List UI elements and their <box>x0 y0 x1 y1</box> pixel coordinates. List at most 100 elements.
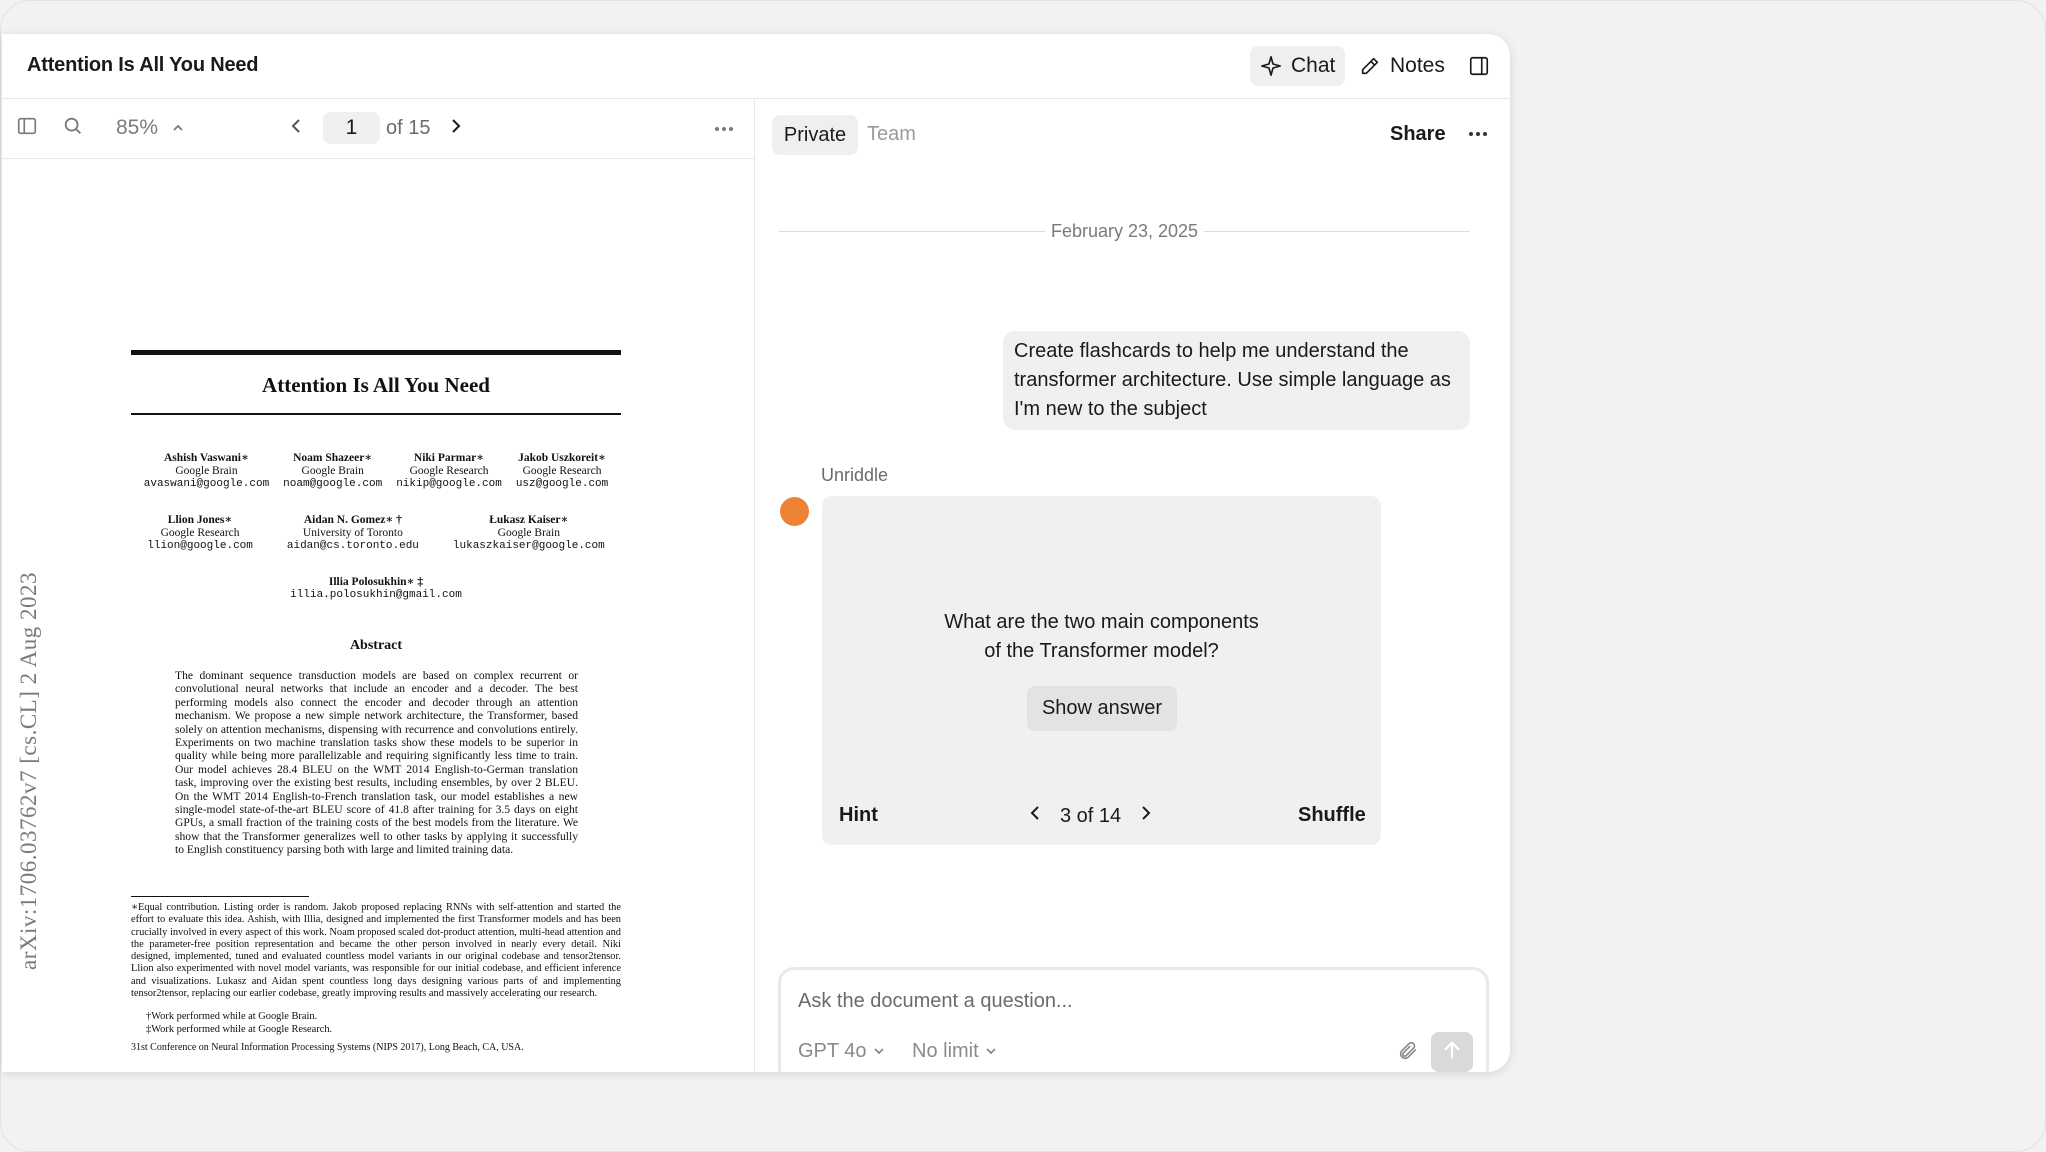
author-affiliation: Google Research <box>522 465 602 477</box>
author-email: nikip@google.com <box>396 478 502 490</box>
chevron-left-icon <box>1028 803 1042 829</box>
shuffle-button[interactable]: Shuffle <box>1298 804 1366 827</box>
author-name: Aidan N. Gomez∗ † <box>303 514 402 526</box>
author-block: Llion Jones∗ Google Research llion@googl… <box>147 514 253 553</box>
pencil-icon <box>1359 55 1381 77</box>
chevron-right-icon <box>1139 803 1153 829</box>
conference-line: 31st Conference on Neural Information Pr… <box>131 1042 524 1053</box>
author-name: Llion Jones∗ <box>167 514 233 526</box>
author-name: Niki Parmar∗ <box>413 452 485 464</box>
title-rule-top <box>131 350 621 355</box>
pdf-page: arXiv:1706.03762v7 [cs.CL] 2 Aug 2023 At… <box>2 160 754 1072</box>
limit-label: No limit <box>912 1040 979 1062</box>
title-bar: Attention Is All You Need Chat Notes <box>2 34 1510 99</box>
flashcard-question: What are the two main components of the … <box>822 608 1381 666</box>
chat-more-button[interactable] <box>1468 117 1488 143</box>
author-affiliation: Google Brain <box>497 527 560 539</box>
model-label: GPT 4o <box>798 1040 867 1062</box>
flashcard-question-line: of the Transformer model? <box>984 640 1219 662</box>
share-button[interactable]: Share <box>1390 123 1446 146</box>
flashcard-question-line: What are the two main components <box>944 611 1259 633</box>
author-email: lukaszkaiser@google.com <box>452 540 605 552</box>
author-row: Illia Polosukhin∗ ‡ illia.polosukhin@gma… <box>131 576 621 602</box>
limit-selector[interactable]: No limit <box>912 1040 997 1063</box>
chevron-left-icon <box>288 116 304 141</box>
author-email: aidan@cs.toronto.edu <box>286 540 419 552</box>
author-email: avaswani@google.com <box>143 478 270 490</box>
author-block: Łukasz Kaiser∗ Google Brain lukaszkaiser… <box>453 514 605 553</box>
page-total: of 15 <box>386 117 431 139</box>
document-title: Attention Is All You Need <box>27 54 259 76</box>
author-affiliation: Google Brain <box>301 465 364 477</box>
sidebar-right-icon <box>1468 55 1490 77</box>
pdf-toolbar: 85% 1 of 15 <box>2 99 754 159</box>
chat-button-label: Chat <box>1291 54 1336 77</box>
flashcard-navigation: 3 of 14 <box>1028 800 1153 832</box>
sidebar-toggle-button[interactable] <box>16 111 38 145</box>
tab-team[interactable]: Team <box>867 123 916 146</box>
assistant-name: Unriddle <box>821 465 889 485</box>
assistant-avatar <box>780 497 809 526</box>
chat-button[interactable]: Chat <box>1250 46 1346 86</box>
chevron-up-icon <box>172 116 184 140</box>
author-email: usz@google.com <box>515 478 609 490</box>
screen-background: Attention Is All You Need Chat Notes 85%… <box>0 0 2046 1152</box>
author-email: llion@google.com <box>147 540 253 552</box>
previous-card-button[interactable] <box>1028 803 1042 829</box>
zoom-control[interactable]: 85% <box>116 111 184 145</box>
author-block: Niki Parmar∗ Google Research nikip@googl… <box>396 452 502 491</box>
model-selector[interactable]: GPT 4o <box>798 1040 885 1063</box>
zoom-value: 85% <box>116 116 159 139</box>
abstract-heading: Abstract <box>349 638 403 653</box>
sparkle-icon <box>1260 55 1282 77</box>
show-answer-button[interactable]: Show answer <box>1027 686 1177 731</box>
date-separator-line <box>1204 230 1470 232</box>
arrow-up-icon <box>1441 1039 1463 1066</box>
pdf-more-button[interactable] <box>714 111 734 145</box>
author-email: noam@google.com <box>283 478 383 490</box>
author-name: Noam Shazeer∗ <box>293 452 373 464</box>
author-name: Illia Polosukhin∗ ‡ <box>328 576 424 588</box>
next-page-button[interactable] <box>448 111 464 145</box>
search-button[interactable] <box>62 111 84 145</box>
date-label: February 23, 2025 <box>1050 220 1199 241</box>
send-button[interactable] <box>1431 1032 1473 1072</box>
toggle-panel-button[interactable] <box>1460 46 1498 86</box>
next-card-button[interactable] <box>1139 803 1153 829</box>
chat-pane: Private Team Share February 23, 2025 Cre… <box>756 99 1510 1072</box>
attach-button[interactable] <box>1391 1036 1425 1070</box>
chevron-down-icon <box>985 1040 997 1063</box>
author-name: Łukasz Kaiser∗ <box>489 514 569 526</box>
question-input[interactable] <box>798 990 1398 1013</box>
date-separator: February 23, 2025 <box>779 219 1470 243</box>
author-block: Noam Shazeer∗ Google Brain noam@google.c… <box>283 452 382 491</box>
chat-composer: GPT 4o No limit <box>778 967 1489 1072</box>
footnote-main: ∗Equal contribution. Listing order is ra… <box>131 902 621 1000</box>
abstract-text: The dominant sequence transduction model… <box>175 669 578 857</box>
tab-private[interactable]: Private <box>772 115 858 155</box>
hint-button[interactable]: Hint <box>839 804 878 827</box>
chevron-right-icon <box>448 116 464 141</box>
pdf-pane: 85% 1 of 15 arXiv:1706.03762v7 [cs.CL] 2… <box>2 99 755 1072</box>
author-affiliation: University of Toronto <box>302 527 403 539</box>
footnote-dagger: †Work performed while at Google Brain. <box>146 1011 318 1022</box>
chevron-down-icon <box>873 1040 885 1063</box>
title-rule-bottom <box>131 413 621 415</box>
page-number-input[interactable]: 1 <box>323 112 380 144</box>
arxiv-identifier: arXiv:1706.03762v7 [cs.CL] 2 Aug 2023 <box>16 572 41 970</box>
search-icon <box>62 115 84 142</box>
author-block: Aidan N. Gomez∗ † University of Toronto … <box>287 514 419 553</box>
author-affiliation: Google Research <box>409 465 489 477</box>
previous-page-button[interactable] <box>288 111 304 145</box>
author-block: Jakob Uszkoreit∗ Google Research usz@goo… <box>516 452 608 491</box>
app-window: Attention Is All You Need Chat Notes 85%… <box>2 34 1510 1072</box>
paper-title: Attention Is All You Need <box>262 373 490 397</box>
author-affiliation: Google Research <box>160 527 240 539</box>
paperclip-icon <box>1397 1040 1419 1067</box>
author-name: Jakob Uszkoreit∗ <box>518 452 606 464</box>
flashcard: What are the two main components of the … <box>822 496 1381 845</box>
more-horizontal-icon <box>714 119 734 137</box>
footnote-rule <box>131 896 309 897</box>
notes-button[interactable]: Notes <box>1349 46 1455 86</box>
user-message: Create flashcards to help me understand … <box>1003 331 1470 430</box>
